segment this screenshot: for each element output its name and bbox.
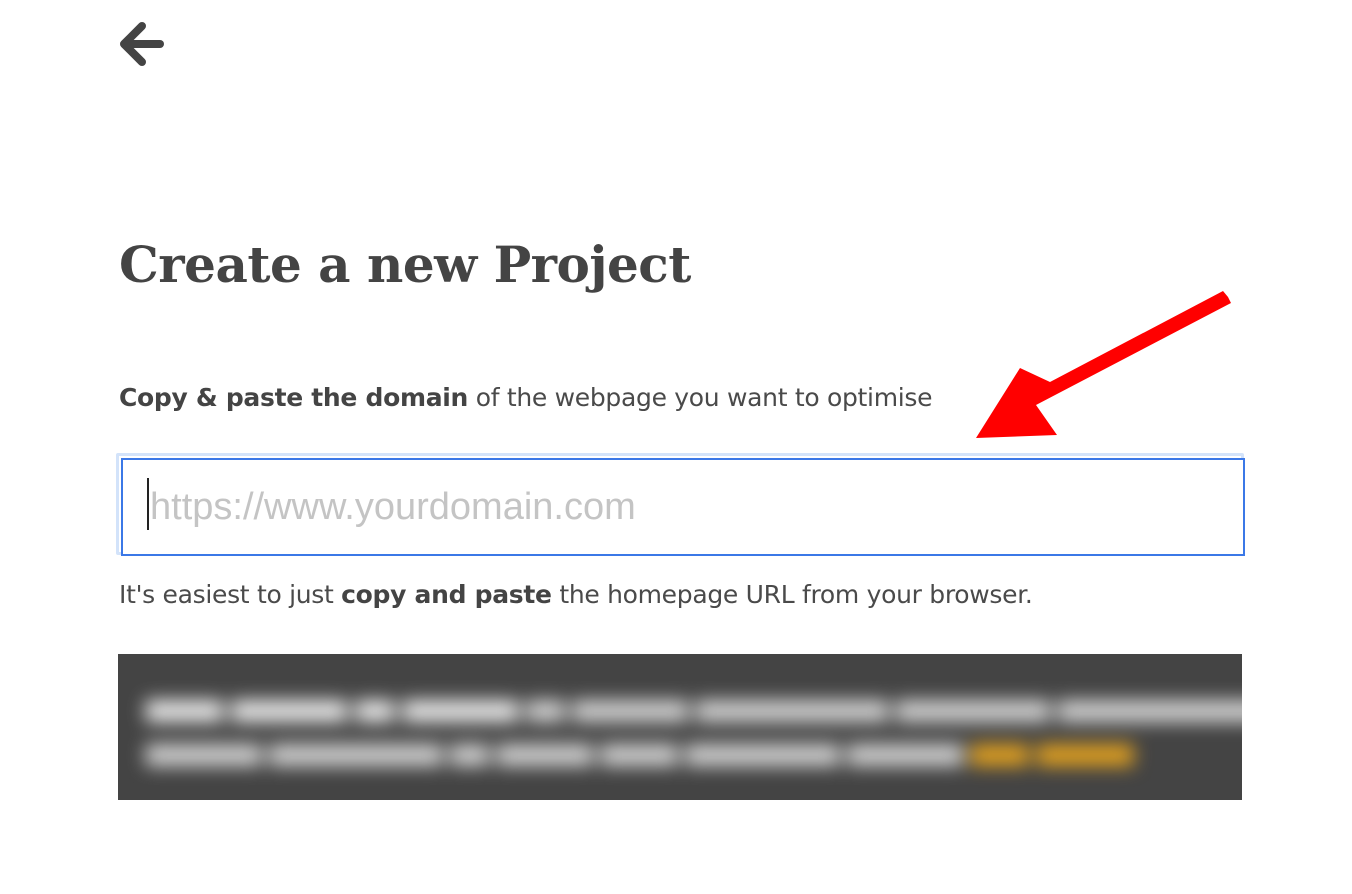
info-notice-blurred: ▆▆▆▆ ▆▆▆▆▆▆ ▆▆ ▆▆▆▆▆▆ ▆▆ ▆▆▆▆▆▆ ▆▆▆▆▆▆▆▆… [118,654,1242,800]
arrow-left-icon [120,22,164,66]
instruction-bold: Copy & paste the domain [119,383,469,412]
hint-suffix: the homepage URL from your browser. [551,580,1033,609]
back-button[interactable] [116,18,168,70]
text-cursor [147,478,149,530]
instruction-rest: of the webpage you want to optimise [468,383,933,412]
domain-instruction: Copy & paste the domain of the webpage y… [119,381,933,415]
hint-bold: copy and paste [341,580,552,609]
url-field-wrapper [116,453,1245,556]
hint-prefix: It's easiest to just [119,580,342,609]
blurred-notice-text: ▆▆▆▆ ▆▆▆▆▆▆ ▆▆ ▆▆▆▆▆▆ ▆▆ ▆▆▆▆▆▆ ▆▆▆▆▆▆▆▆… [146,693,1242,766]
page-title: Create a new Project [119,235,691,294]
red-annotation-arrow [976,291,1231,438]
create-project-page: Create a new Project Copy & paste the do… [0,0,1352,894]
domain-url-input[interactable] [121,458,1245,556]
url-hint: It's easiest to just copy and paste the … [119,578,1033,612]
